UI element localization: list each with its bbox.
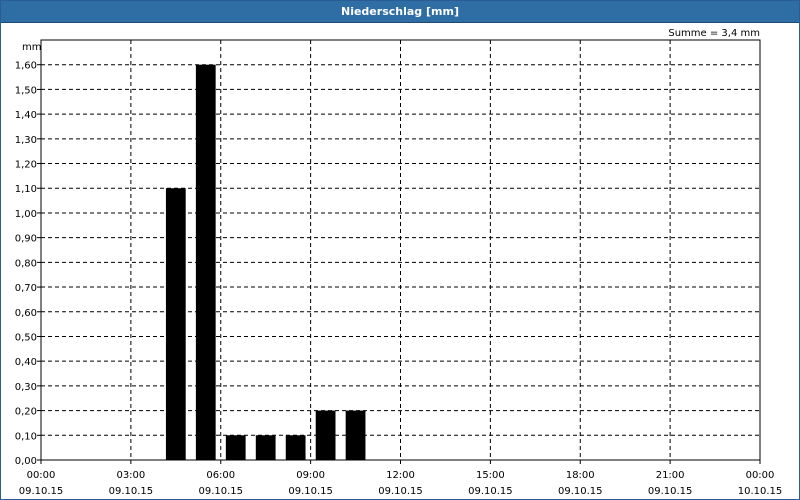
y-tick-label: 1,40 (15, 110, 37, 121)
y-axis-unit-label: mm (22, 42, 41, 53)
x-tick-date-label: 09.10.15 (19, 486, 64, 497)
y-tick-label: 1,20 (15, 160, 37, 171)
x-tick-date-label: 09.10.15 (288, 486, 333, 497)
x-tick-date-label: 09.10.15 (198, 486, 243, 497)
precipitation-bar (345, 410, 366, 460)
x-tick-time-label: 18:00 (566, 470, 595, 481)
x-tick-time-label: 03:00 (116, 470, 145, 481)
y-tick-label: 0,40 (15, 357, 37, 368)
x-tick-date-label: 09.10.15 (109, 486, 154, 497)
precipitation-bar (315, 410, 336, 460)
x-tick-time-label: 00:00 (27, 470, 56, 481)
y-tick-label: 0,30 (15, 382, 37, 393)
precipitation-bar (255, 435, 276, 460)
x-tick-date-label: 09.10.15 (468, 486, 513, 497)
x-tick-date-label: 10.10.15 (738, 486, 783, 497)
y-tick-label: 1,30 (15, 135, 37, 146)
y-tick-label: 1,00 (15, 209, 37, 220)
y-tick-label: 0,80 (15, 258, 37, 269)
precipitation-bar (225, 435, 246, 460)
x-tick-time-label: 12:00 (386, 470, 415, 481)
y-tick-label: 1,60 (15, 61, 37, 72)
precipitation-chart: 0,00 0,10 0,20 0,30 0,40 0,50 0,60 0,70 0,80 0,90… (15, 28, 783, 497)
x-tick-time-label: 09:00 (296, 470, 325, 481)
y-tick-label: 1,10 (15, 184, 37, 195)
x-tick-time-label: 00:00 (746, 470, 775, 481)
y-tick-label: 0,50 (15, 332, 37, 343)
y-axis-ticks: 0,00 0,10 0,20 0,30 0,40 0,50 0,60 0,70 0,80 0,90… (15, 61, 41, 467)
x-tick-date-label: 09.10.15 (648, 486, 693, 497)
x-axis-ticks: 00:00 09.10.15 03:00 09.10.15 06:00 09.10.15 0… (19, 460, 783, 497)
y-tick-label: 0,60 (15, 308, 37, 319)
y-tick-label: 0,20 (15, 407, 37, 418)
y-tick-label: 1,50 (15, 85, 37, 96)
x-tick-time-label: 15:00 (476, 470, 505, 481)
precipitation-bar (195, 64, 216, 461)
precipitation-bar (285, 435, 306, 460)
precipitation-bar (165, 188, 186, 460)
y-tick-label: 0,10 (15, 431, 37, 442)
x-tick-date-label: 09.10.15 (558, 486, 603, 497)
y-tick-label: 0,00 (15, 456, 37, 467)
grid-lines (41, 40, 760, 460)
x-tick-date-label: 09.10.15 (378, 486, 423, 497)
x-tick-time-label: 21:00 (656, 470, 685, 481)
precipitation-sum: Summe = 3,4 mm (668, 28, 760, 39)
y-tick-label: 0,70 (15, 283, 37, 294)
x-tick-time-label: 06:00 (206, 470, 235, 481)
y-tick-label: 0,90 (15, 234, 37, 245)
